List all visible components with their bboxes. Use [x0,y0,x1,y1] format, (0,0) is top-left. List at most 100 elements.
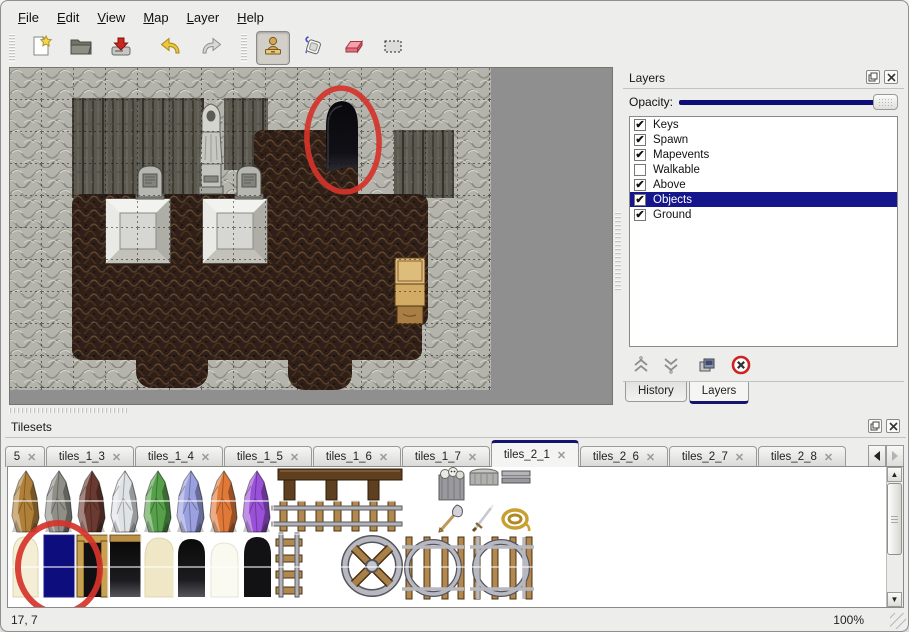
layer-row-mapevents[interactable]: ✔ Mapevents [630,147,897,162]
layer-row-above[interactable]: ✔ Above [630,177,897,192]
map-editor-canvas[interactable] [9,67,613,405]
scroll-tabs-right-button[interactable] [886,445,904,467]
vertical-splitter[interactable] [613,67,623,405]
tileset-tab-5[interactable]: 5✕ [5,446,45,467]
tab-close-icon[interactable]: ✕ [557,449,566,462]
tileset-tab-tiles_1_3[interactable]: tiles_1_3✕ [46,446,134,467]
float-panel-button[interactable] [866,70,880,84]
float-icon [868,72,878,82]
duplicate-icon [697,355,717,375]
scrollbar-thumb[interactable] [887,483,902,555]
tileset-tab-tiles_2_7[interactable]: tiles_2_7✕ [669,446,757,467]
undo-icon [159,34,183,63]
undo-button[interactable] [154,31,188,65]
open-file-button[interactable] [64,31,98,65]
duplicate-layer-button[interactable] [695,353,719,377]
eraser-tool-button[interactable] [336,31,370,65]
save-file-button[interactable] [104,31,138,65]
tileset-tab-tiles_2_6[interactable]: tiles_2_6 ✕ [580,446,668,467]
layer-name: Walkable [653,164,700,176]
toolbar-drag-handle[interactable] [241,34,247,62]
float-panel-button[interactable] [868,419,882,433]
layer-row-spawn[interactable]: ✔ Spawn [630,132,897,147]
layer-visibility-checkbox[interactable] [634,164,646,176]
opacity-slider-handle[interactable] [873,94,898,110]
layer-visibility-checkbox[interactable]: ✔ [634,194,646,206]
arrow-left-icon [873,451,881,461]
delete-layer-button[interactable] [729,353,753,377]
tileset-tab-tiles_1_6[interactable]: tiles_1_6✕ [313,446,401,467]
toolbar-drag-handle[interactable] [9,34,15,62]
layer-visibility-checkbox[interactable]: ✔ [634,119,646,131]
tab-close-icon[interactable]: ✕ [735,451,744,464]
stamp-tool-button[interactable] [256,31,290,65]
tileset-tab-tiles_2_8[interactable]: tiles_2_8✕ [758,446,846,467]
tileset-scrollbar[interactable]: ▲ ▼ [886,467,903,607]
tileset-view[interactable]: ▲ ▼ [7,466,904,608]
layer-name: Above [653,179,686,191]
layer-visibility-checkbox[interactable]: ✔ [634,134,646,146]
menu-file[interactable]: File [9,7,48,28]
fill-tool-button[interactable] [296,31,330,65]
opacity-slider-track[interactable] [679,100,896,105]
resize-grip[interactable] [890,613,906,629]
tileset-tab-tiles_2_1[interactable]: tiles_2_1✕ [491,440,579,467]
panel-tab-history[interactable]: History [625,382,687,402]
panel-tab-layers[interactable]: Layers [689,382,750,404]
horizontal-splitter[interactable] [9,406,613,415]
scroll-up-button[interactable]: ▲ [887,467,902,482]
layer-visibility-checkbox[interactable]: ✔ [634,149,646,161]
tab-label: tiles_2_6 [593,451,639,463]
menu-edit[interactable]: Edit [48,7,88,28]
opacity-slider[interactable] [679,94,898,110]
toolbar [9,31,413,65]
layer-name: Keys [653,119,679,131]
menu-help[interactable]: Help [228,7,273,28]
tab-close-icon[interactable]: ✕ [27,451,36,464]
redo-icon [199,34,223,63]
redo-button[interactable] [194,31,228,65]
chevron-down-icon [661,355,681,375]
tileset-tab-tiles_1_4[interactable]: tiles_1_4✕ [135,446,223,467]
new-file-icon [29,34,53,63]
chevron-up-icon [631,355,651,375]
tileset-tab-tiles_1_7[interactable]: tiles_1_7✕ [402,446,490,467]
scroll-tabs-left-button[interactable] [868,445,886,467]
tab-close-icon[interactable]: ✕ [201,451,210,464]
tilesets-panel: Tilesets 5✕tiles_1_3✕tiles_1_4✕tiles_1_5… [5,416,906,613]
layer-row-keys[interactable]: ✔ Keys [630,117,897,132]
layer-visibility-checkbox[interactable]: ✔ [634,209,646,221]
tab-close-icon[interactable]: ✕ [824,451,833,464]
new-file-button[interactable] [24,31,58,65]
layer-name: Spawn [653,134,688,146]
menu-layer[interactable]: Layer [178,7,229,28]
layer-row-objects[interactable]: ✔Objects [630,192,897,207]
layer-row-ground[interactable]: ✔ Ground [630,207,897,222]
scroll-down-button[interactable]: ▼ [887,592,902,607]
move-layer-up-button[interactable] [629,353,653,377]
open-folder-icon [69,34,93,63]
tab-close-icon[interactable]: ✕ [646,451,655,464]
layer-name: Ground [653,209,691,221]
layer-visibility-checkbox[interactable]: ✔ [634,179,646,191]
skull-bucket-tile [439,468,464,501]
tileset-tab-tiles_1_5[interactable]: tiles_1_5✕ [224,446,312,467]
menu-view[interactable]: View [88,7,134,28]
layer-name: Mapevents [653,149,709,161]
tab-close-icon[interactable]: ✕ [290,451,299,464]
metal-bracket-tile [502,471,530,483]
cursor-coordinates: 17, 7 [11,613,38,627]
menu-map[interactable]: Map [134,7,177,28]
move-layer-down-button[interactable] [659,353,683,377]
tab-close-icon[interactable]: ✕ [379,451,388,464]
tab-label: 5 [14,451,20,463]
close-panel-button[interactable] [884,70,898,84]
doorway-tiles [13,535,271,597]
select-tool-button[interactable] [376,31,410,65]
tab-close-icon[interactable]: ✕ [112,451,121,464]
tab-close-icon[interactable]: ✕ [468,451,477,464]
layer-actions [623,349,904,382]
opacity-label: Opacity: [629,95,673,109]
close-panel-button[interactable] [886,419,900,433]
layer-row-walkable[interactable]: Walkable [630,162,897,177]
